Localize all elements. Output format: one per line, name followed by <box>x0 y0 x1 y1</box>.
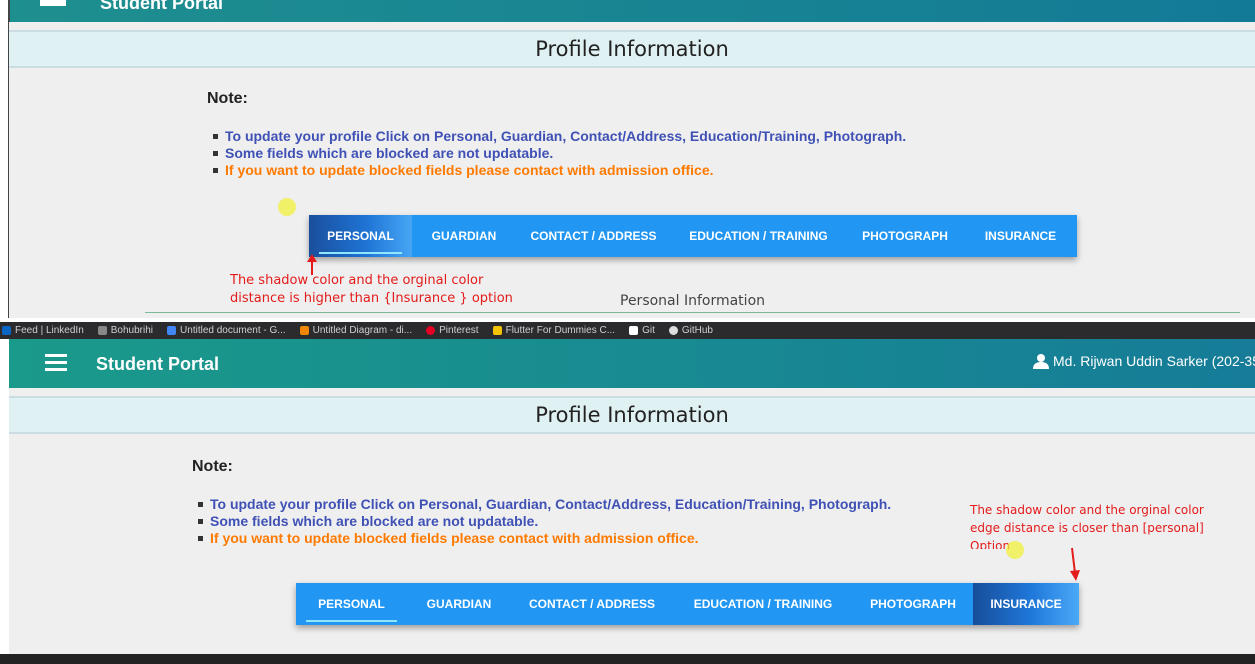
tab-label: INSURANCE <box>984 229 1057 243</box>
tab-photograph[interactable]: PHOTOGRAPH <box>846 215 964 257</box>
tab-label: PHOTOGRAPH <box>862 229 948 243</box>
bookmark-linkedin[interactable]: Feed | LinkedIn <box>2 325 84 336</box>
annotation-arrow-down-icon <box>1070 547 1080 581</box>
tab-contact-address[interactable]: CONTACT / ADDRESS <box>516 215 671 257</box>
git-icon <box>629 326 639 335</box>
profile-header-bar: Profile Information <box>9 30 1255 68</box>
browser-bookmarks-bar: Feed | LinkedIn Bohubrihi Untitled docum… <box>0 322 1255 339</box>
tab-photograph[interactable]: PHOTOGRAPH <box>853 583 973 625</box>
note-item: To update your profile Click on Personal… <box>212 128 906 145</box>
note-title: Note: <box>192 458 233 475</box>
menu-icon[interactable] <box>40 0 66 6</box>
tab-personal[interactable]: PERSONAL <box>309 215 412 257</box>
footer-strip <box>0 654 1255 664</box>
bookmark-flutter[interactable]: Flutter For Dummies C... <box>492 325 616 336</box>
bookmark-github[interactable]: GitHub <box>668 325 713 336</box>
bohubrihi-icon <box>97 326 107 335</box>
tab-guardian[interactable]: GUARDIAN <box>407 583 511 625</box>
annotation-text: The shadow color and the orginal color e… <box>970 501 1204 549</box>
annotation-line: Option <box>970 539 1011 549</box>
drawio-icon <box>299 326 309 335</box>
tab-contact-address[interactable]: CONTACT / ADDRESS <box>511 583 673 625</box>
tab-education-training[interactable]: EDUCATION / TRAINING <box>673 583 853 625</box>
tab-label: PERSONAL <box>327 229 394 243</box>
profile-tabs: PERSONAL GUARDIAN CONTACT / ADDRESS EDUC… <box>296 583 1079 625</box>
bookmark-label: Untitled document - G... <box>180 325 286 336</box>
page-title: Profile Information <box>535 403 729 427</box>
tab-label: GUARDIAN <box>431 229 497 243</box>
bookmark-diagram[interactable]: Untitled Diagram - di... <box>299 325 413 336</box>
tab-education-training[interactable]: EDUCATION / TRAINING <box>671 215 846 257</box>
annotation-line: edge distance is closer than [personal] <box>970 521 1204 535</box>
cursor-highlight <box>278 198 296 216</box>
tab-label: PERSONAL <box>318 597 385 611</box>
annotation-line: distance is higher than {Insurance } opt… <box>230 291 513 306</box>
bookmark-label: Pinterest <box>439 325 479 336</box>
profile-header-bar: Profile Information <box>9 396 1255 434</box>
dummies-icon <box>492 326 502 335</box>
bookmark-pinterest[interactable]: Pinterest <box>426 325 479 336</box>
tab-guardian[interactable]: GUARDIAN <box>412 215 516 257</box>
bookmark-label: Flutter For Dummies C... <box>505 325 616 336</box>
note-list: To update your profile Click on Personal… <box>197 496 891 547</box>
user-icon <box>1033 353 1049 369</box>
tab-insurance[interactable]: INSURANCE <box>964 215 1077 257</box>
profile-tabs: PERSONAL GUARDIAN CONTACT / ADDRESS EDUC… <box>309 215 1077 257</box>
github-icon <box>668 326 678 335</box>
hamburger-menu-icon[interactable] <box>45 354 67 372</box>
tab-label: EDUCATION / TRAINING <box>689 229 828 243</box>
tab-active-indicator <box>319 252 402 254</box>
page-title: Profile Information <box>535 37 729 61</box>
tab-label: GUARDIAN <box>426 597 492 611</box>
note-item: Some fields which are blocked are not up… <box>212 145 906 162</box>
section-divider <box>145 312 1240 313</box>
note-item: If you want to update blocked fields ple… <box>197 530 891 547</box>
tab-label: PHOTOGRAPH <box>870 597 956 611</box>
section-title: Personal Information <box>620 293 766 309</box>
tab-insurance[interactable]: INSURANCE <box>973 583 1079 625</box>
note-item: Some fields which are blocked are not up… <box>197 513 891 530</box>
cursor-highlight <box>1006 541 1024 559</box>
app-header: Student Portal Md. Rijwan Uddin Sarker (… <box>9 339 1255 388</box>
note-title: Note: <box>207 90 248 107</box>
note-list: To update your profile Click on Personal… <box>212 128 906 179</box>
tab-label: INSURANCE <box>990 597 1062 611</box>
tab-active-indicator <box>306 620 397 622</box>
pinterest-icon <box>426 326 436 335</box>
tab-label: CONTACT / ADDRESS <box>530 229 657 243</box>
annotation-line: The shadow color and the orginal color <box>230 273 484 288</box>
bookmark-git[interactable]: Git <box>629 325 655 336</box>
note-item: To update your profile Click on Personal… <box>197 496 891 513</box>
annotation-line: The shadow color and the orginal color <box>970 503 1204 517</box>
header-title-cropped: Student Portal <box>100 0 224 13</box>
bookmark-label: Feed | LinkedIn <box>15 325 84 336</box>
linkedin-icon <box>2 326 11 335</box>
bookmark-label: Git <box>642 325 655 336</box>
user-menu[interactable]: Md. Rijwan Uddin Sarker (202-35- <box>1033 353 1255 369</box>
tab-label: CONTACT / ADDRESS <box>529 597 655 611</box>
bookmark-bohubrihi[interactable]: Bohubrihi <box>97 325 154 336</box>
user-name: Md. Rijwan Uddin Sarker (202-35- <box>1053 353 1255 369</box>
brand-title[interactable]: Student Portal <box>96 354 219 375</box>
bookmark-label: GitHub <box>681 325 713 336</box>
tab-label: EDUCATION / TRAINING <box>693 597 833 611</box>
bookmark-google-doc[interactable]: Untitled document - G... <box>167 325 286 336</box>
note-item: If you want to update blocked fields ple… <box>212 162 906 179</box>
bookmark-label: Untitled Diagram - di... <box>312 325 413 336</box>
bottom-screenshot-panel: Student Portal Md. Rijwan Uddin Sarker (… <box>0 339 1255 664</box>
tab-personal[interactable]: PERSONAL <box>296 583 407 625</box>
top-screenshot-panel: Student Portal Profile Information Note:… <box>0 0 1255 318</box>
google-docs-icon <box>167 326 177 335</box>
bookmark-label: Bohubrihi <box>110 325 154 336</box>
annotation-text: The shadow color and the orginal color d… <box>230 272 513 308</box>
